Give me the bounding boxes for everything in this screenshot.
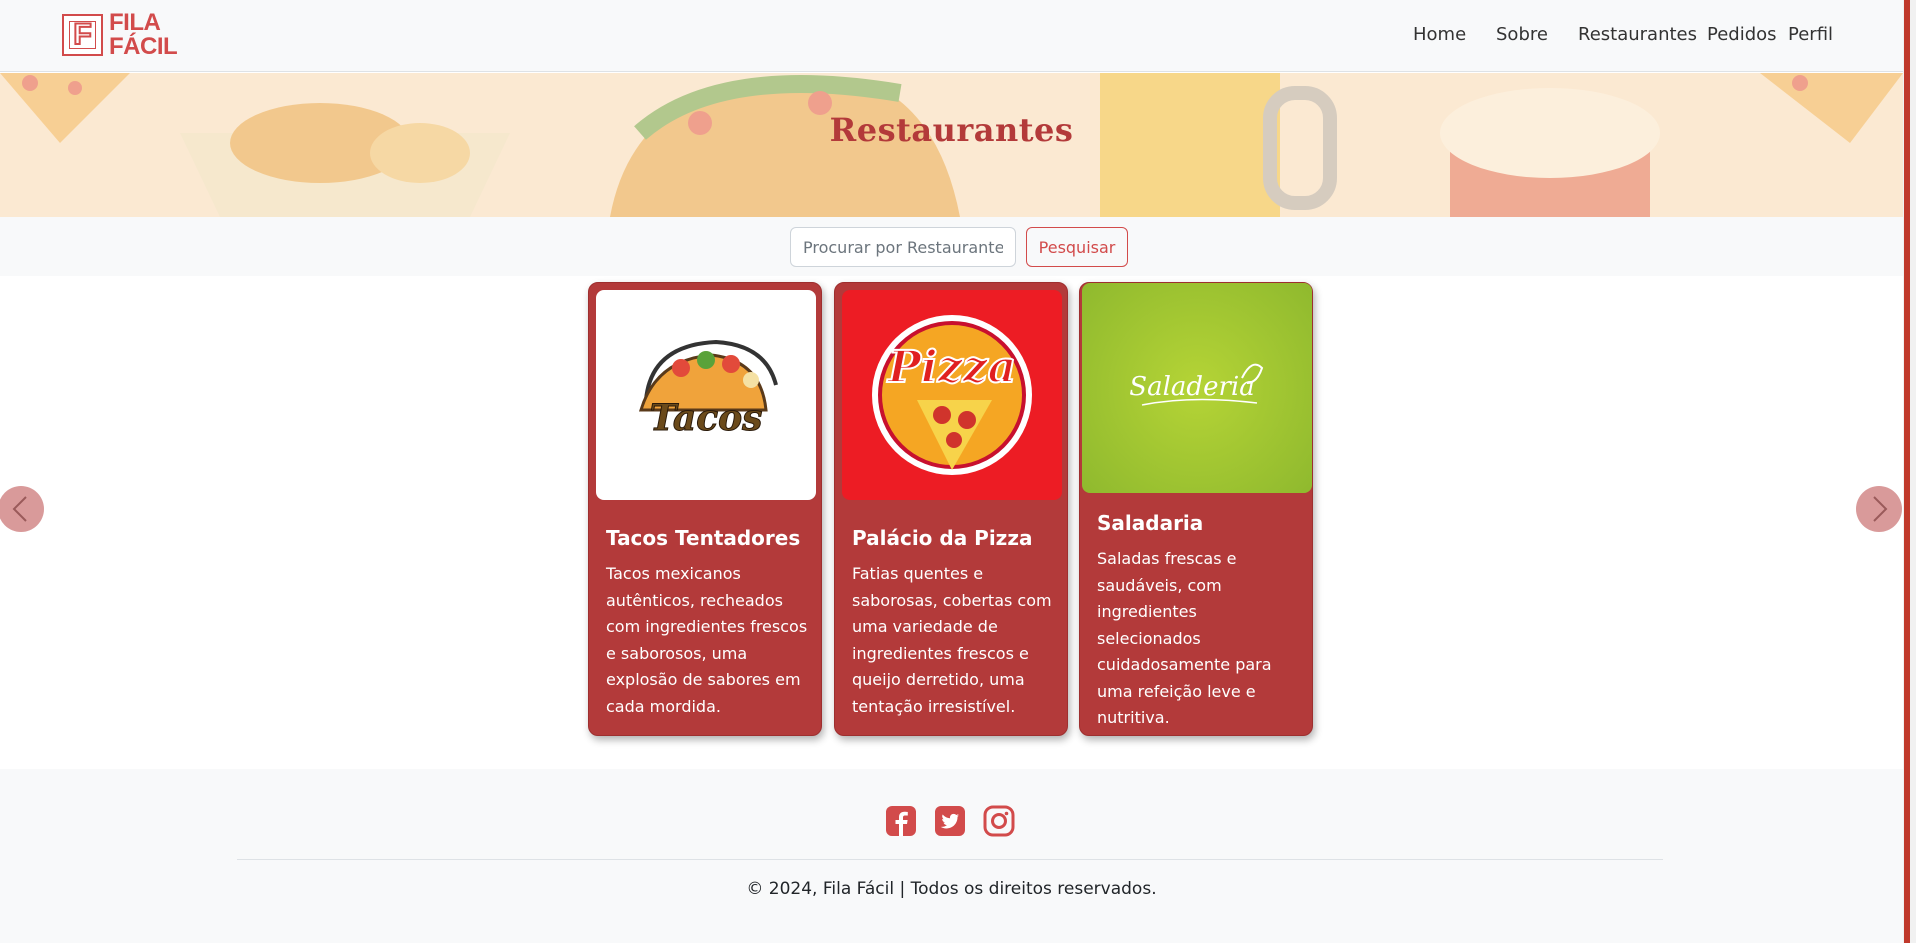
saladeria-logo: Saladeria [1082, 283, 1312, 493]
svg-text:Saladeria: Saladeria [1129, 372, 1254, 402]
nav-home[interactable]: Home [1413, 24, 1466, 45]
card-description: Tacos mexicanos autênticos, recheados co… [606, 564, 808, 716]
tacos-logo: Tacos [596, 290, 816, 500]
search-bar: Pesquisar [0, 217, 1903, 276]
page-title: Restaurantes [829, 111, 1074, 149]
nav-links: Home Sobre Restaurantes Pedidos Perfil [0, 24, 1903, 48]
pizza-logo-icon: Pizza [872, 315, 1032, 475]
instagram-icon[interactable] [983, 805, 1015, 837]
footer: © 2024, Fila Fácil | Todos os direitos r… [0, 769, 1903, 943]
svg-text:Pizza: Pizza [886, 342, 1016, 393]
footer-divider [237, 859, 1663, 860]
saladeria-logo-icon: Saladeria [1129, 363, 1264, 406]
pizza-logo: Pizza [842, 290, 1062, 500]
svg-text:Tacos: Tacos [650, 397, 763, 439]
card-title: Palácio da Pizza [852, 526, 1033, 550]
carousel-next-button[interactable] [1856, 486, 1902, 532]
navbar: F FILA FÁCIL Home Sobre Restaurantes Ped… [0, 0, 1903, 72]
nav-pedidos[interactable]: Pedidos [1707, 24, 1777, 45]
restaurant-card-pizza[interactable]: Pizza Palácio da Pizza Fatias quentes e … [834, 282, 1068, 736]
card-description: Fatias quentes e saborosas, cobertas com… [852, 564, 1052, 716]
chevron-left-icon [12, 496, 27, 522]
twitter-icon[interactable] [934, 805, 966, 837]
social-links [885, 805, 1015, 837]
chevron-right-icon [1873, 496, 1888, 522]
nav-perfil[interactable]: Perfil [1788, 24, 1833, 45]
restaurant-card-saladaria[interactable]: Saladeria Saladaria Saladas frescas e sa… [1079, 282, 1313, 736]
tacos-logo-icon: Tacos [638, 339, 778, 440]
hero-banner: Restaurantes [0, 73, 1903, 217]
carousel-prev-button[interactable] [0, 486, 44, 532]
scrollbar-thumb[interactable] [1904, 0, 1910, 943]
copyright-text: © 2024, Fila Fácil | Todos os direitos r… [746, 879, 1157, 899]
restaurant-search-input[interactable] [790, 227, 1016, 267]
card-title: Saladaria [1097, 511, 1204, 535]
nav-sobre[interactable]: Sobre [1496, 24, 1548, 45]
card-description: Saladas frescas e saudáveis, com ingredi… [1097, 549, 1272, 727]
facebook-icon[interactable] [885, 805, 917, 837]
search-button[interactable]: Pesquisar [1026, 227, 1128, 267]
restaurant-card-tacos[interactable]: Tacos Tacos Tentadores Tacos mexicanos a… [588, 282, 822, 736]
card-title: Tacos Tentadores [606, 526, 801, 550]
nav-restaurantes[interactable]: Restaurantes [1578, 24, 1697, 45]
